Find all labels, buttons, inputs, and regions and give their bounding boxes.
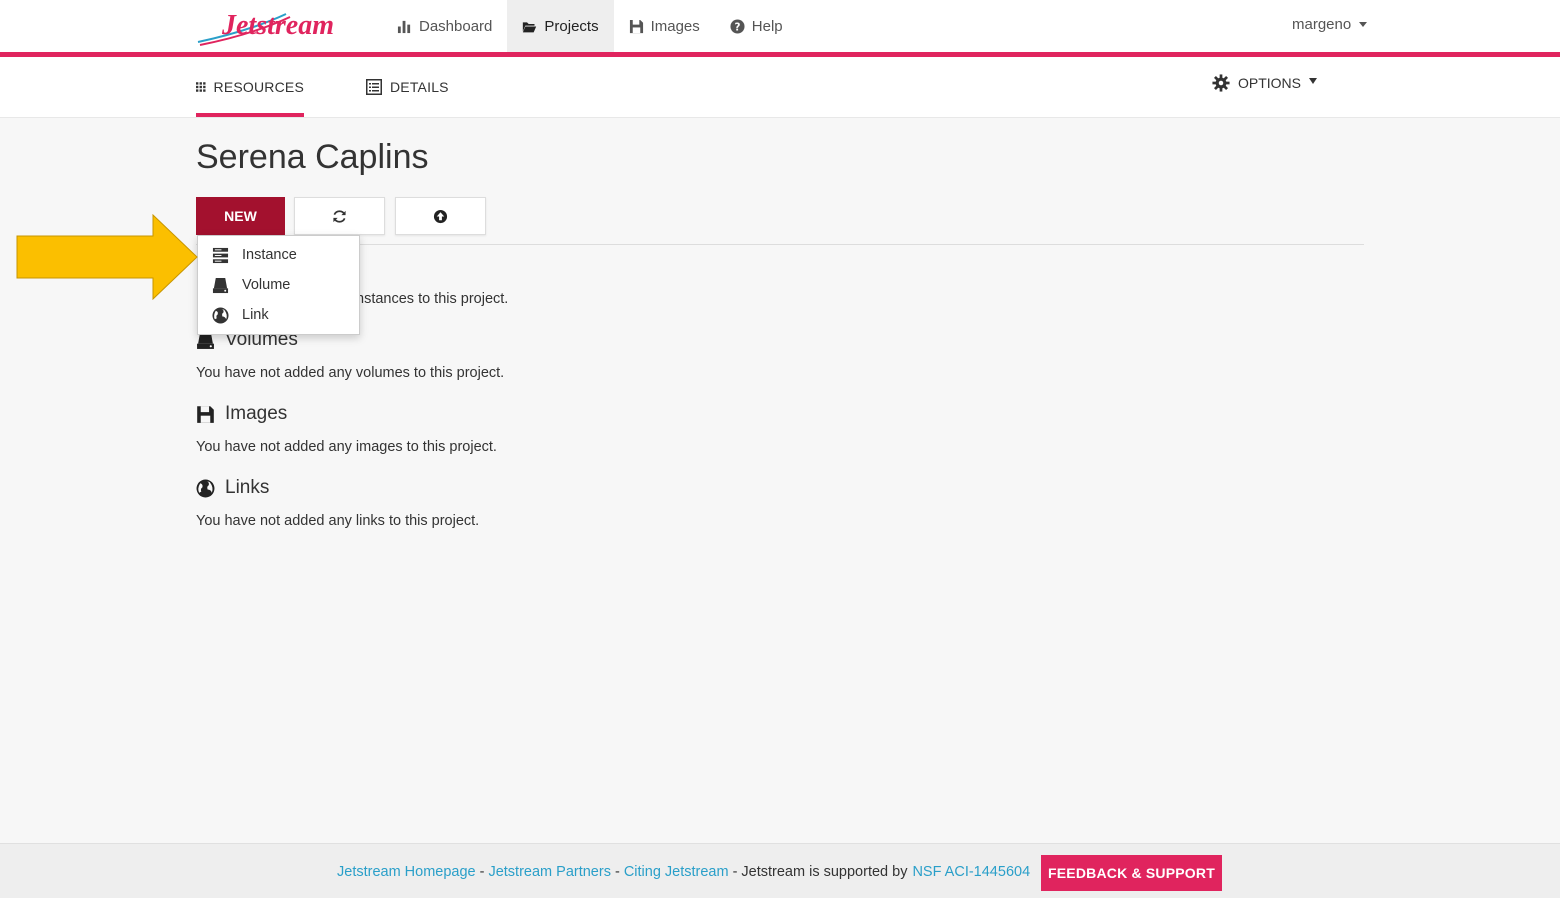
tab-details[interactable]: DETAILS [366,57,449,117]
question-circle-icon: ? [730,18,745,33]
tab-details-label: DETAILS [390,79,449,95]
arrow-circle-up-icon [433,209,448,223]
footer: Jetstream Homepage - Jetstream Partners … [0,843,1560,898]
nav-dashboard-label: Dashboard [419,17,493,35]
links-empty-text: You have not added any links to this pro… [196,513,480,529]
globe-icon [196,479,215,497]
project-subnav: RESOURCES DETAILS OPTIONS [0,57,1560,118]
divider [196,244,1364,245]
options-menu[interactable]: OPTIONS [1212,57,1318,109]
links-heading: Links [196,477,269,499]
refresh-button[interactable] [294,197,385,235]
volumes-empty-text: You have not added any volumes to this p… [196,365,505,381]
refresh-icon [333,209,346,223]
hard-drive-icon [212,277,229,293]
gear-icon [1212,74,1230,92]
new-resource-button[interactable]: NEW [196,197,285,235]
nav-projects-label: Projects [544,17,599,35]
main-nav: Dashboard Projects Images ? Help [382,0,798,52]
images-heading: Images [196,403,287,425]
caret-down-icon [1309,78,1318,84]
top-navbar: Jetstream Dashboard Projects Images ? He… [0,0,1560,52]
tab-resources[interactable]: RESOURCES [196,57,304,117]
floppy-disk-icon [629,19,643,33]
footer-supported-text: Jetstream is supported by [741,863,908,880]
footer-separator: - [614,863,620,880]
links-heading-label: Links [225,477,270,498]
footer-link-grant[interactable]: NSF ACI-1445604 [912,864,1030,880]
svg-text:?: ? [734,21,740,33]
footer-link-homepage[interactable]: Jetstream Homepage [337,864,476,880]
footer-separator: - [732,863,738,880]
list-alt-icon [366,79,382,95]
move-resource-button[interactable] [395,197,486,235]
username: margeno [1292,15,1352,33]
options-label: OPTIONS [1238,75,1302,91]
tab-resources-label: RESOURCES [213,79,304,95]
server-icon [212,247,229,263]
user-menu[interactable]: margeno [1292,0,1368,48]
nav-help[interactable]: ? Help [715,0,798,52]
nav-images[interactable]: Images [614,0,715,52]
page-title: Serena Caplins [196,138,429,176]
grid-icon [196,82,206,92]
dropdown-item-instance[interactable]: Instance [198,240,359,270]
nav-images-label: Images [650,17,700,35]
globe-icon [212,306,229,324]
folder-open-icon [523,21,537,32]
images-empty-text: You have not added any images to this pr… [196,439,497,455]
feedback-support-button[interactable]: FEEDBACK & SUPPORT [1041,855,1222,891]
floppy-disk-icon [197,405,214,423]
jetstream-logo[interactable]: Jetstream [196,6,336,50]
dropdown-item-link-label: Link [242,307,269,323]
new-resource-dropdown: Instance Volume Link [197,235,360,335]
nav-projects[interactable]: Projects [507,0,614,52]
svg-text:Jetstream: Jetstream [221,10,334,41]
footer-links: Jetstream Homepage - Jetstream Partners … [337,844,1030,898]
footer-link-citing[interactable]: Citing Jetstream [624,864,729,880]
dropdown-item-instance-label: Instance [242,247,297,263]
footer-separator: - [479,863,485,880]
dropdown-item-link[interactable]: Link [198,300,359,330]
chevron-down-icon [1359,21,1368,27]
dropdown-item-volume[interactable]: Volume [198,270,359,300]
instances-empty-text: nstances to this project. [356,291,509,307]
nav-help-label: Help [751,17,783,35]
images-heading-label: Images [225,403,288,424]
footer-link-partners[interactable]: Jetstream Partners [488,864,611,880]
bar-chart-icon [397,20,411,33]
nav-dashboard[interactable]: Dashboard [382,0,507,52]
dropdown-item-volume-label: Volume [242,277,291,293]
annotation-arrow-icon [16,214,198,300]
